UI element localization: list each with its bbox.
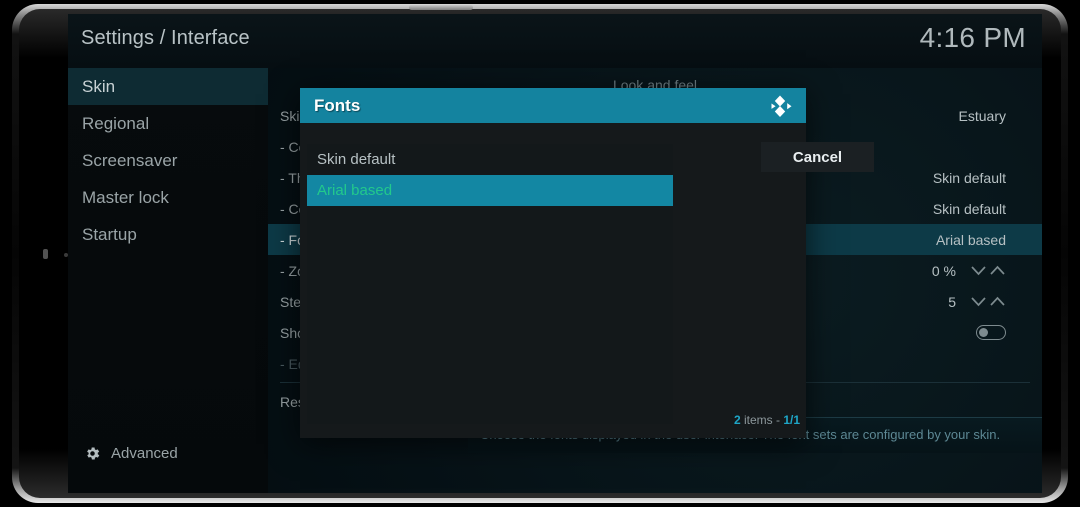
sidebar-advanced-label: Advanced: [111, 444, 178, 462]
kodi-screen: Settings / Interface 4:16 PM Skin Region…: [68, 14, 1042, 493]
toggle-show-rss[interactable]: [976, 325, 1006, 340]
sidebar-item-startup[interactable]: Startup: [68, 216, 268, 253]
font-option-skin-default[interactable]: Skin default: [307, 144, 673, 175]
device-side-button[interactable]: [43, 249, 48, 259]
chevron-down-icon: [971, 297, 986, 307]
cancel-button-label: Cancel: [792, 148, 843, 166]
sidebar-item-advanced[interactable]: Advanced: [68, 438, 268, 468]
item-count-page: 1/1: [783, 413, 800, 427]
sidebar-item-master-lock[interactable]: Master lock: [68, 179, 268, 216]
font-option-arial-based[interactable]: Arial based: [307, 175, 673, 206]
setting-value: Skin default: [932, 200, 1006, 217]
dialog-title: Fonts: [314, 96, 361, 115]
setting-value: Arial based: [935, 231, 1006, 248]
setting-value: Skin default: [932, 169, 1006, 186]
spinner-zoom[interactable]: [970, 264, 1006, 277]
setting-value: 5: [948, 293, 956, 310]
item-count-total: 2: [733, 413, 741, 427]
sidebar: Skin Regional Screensaver Master lock St…: [68, 68, 268, 493]
item-count-separator: items -: [740, 413, 784, 427]
sidebar-item-label: Regional: [82, 114, 150, 133]
sidebar-item-label: Startup: [82, 225, 137, 244]
font-option-label: Skin default: [317, 151, 396, 168]
app-header: Settings / Interface 4:16 PM: [68, 14, 1042, 68]
sidebar-item-regional[interactable]: Regional: [68, 105, 268, 142]
fonts-dialog: Fonts Skin default Arial based Cancel 2 …: [300, 88, 874, 438]
spinner-stereoscopic[interactable]: [970, 295, 1006, 308]
dialog-body: Skin default Arial based Cancel 2 items …: [300, 123, 874, 438]
device-top-button[interactable]: [409, 5, 473, 10]
chevron-up-icon: [990, 296, 1005, 306]
cancel-button[interactable]: Cancel: [761, 142, 874, 172]
sidebar-item-screensaver[interactable]: Screensaver: [68, 142, 268, 179]
device-frame: Settings / Interface 4:16 PM Skin Region…: [0, 0, 1080, 507]
dialog-header: Fonts: [300, 88, 806, 123]
breadcrumb: Settings / Interface: [81, 27, 250, 49]
clock: 4:16 PM: [919, 22, 1026, 53]
chevron-down-icon: [971, 266, 986, 276]
kodi-logo-icon: [767, 93, 793, 124]
item-count: 2 items - 1/1: [680, 413, 800, 427]
font-option-list: Skin default Arial based: [307, 144, 673, 424]
sidebar-item-label: Master lock: [82, 188, 169, 207]
sidebar-item-label: Screensaver: [82, 151, 178, 170]
font-option-label: Arial based: [317, 182, 393, 199]
setting-value: Estuary: [958, 107, 1006, 124]
gear-icon: [84, 445, 101, 462]
setting-value: 0 %: [931, 262, 956, 279]
sidebar-item-label: Skin: [82, 77, 116, 96]
sidebar-item-skin[interactable]: Skin: [68, 68, 268, 105]
toggle-knob: [979, 328, 988, 337]
chevron-up-icon: [990, 265, 1005, 275]
